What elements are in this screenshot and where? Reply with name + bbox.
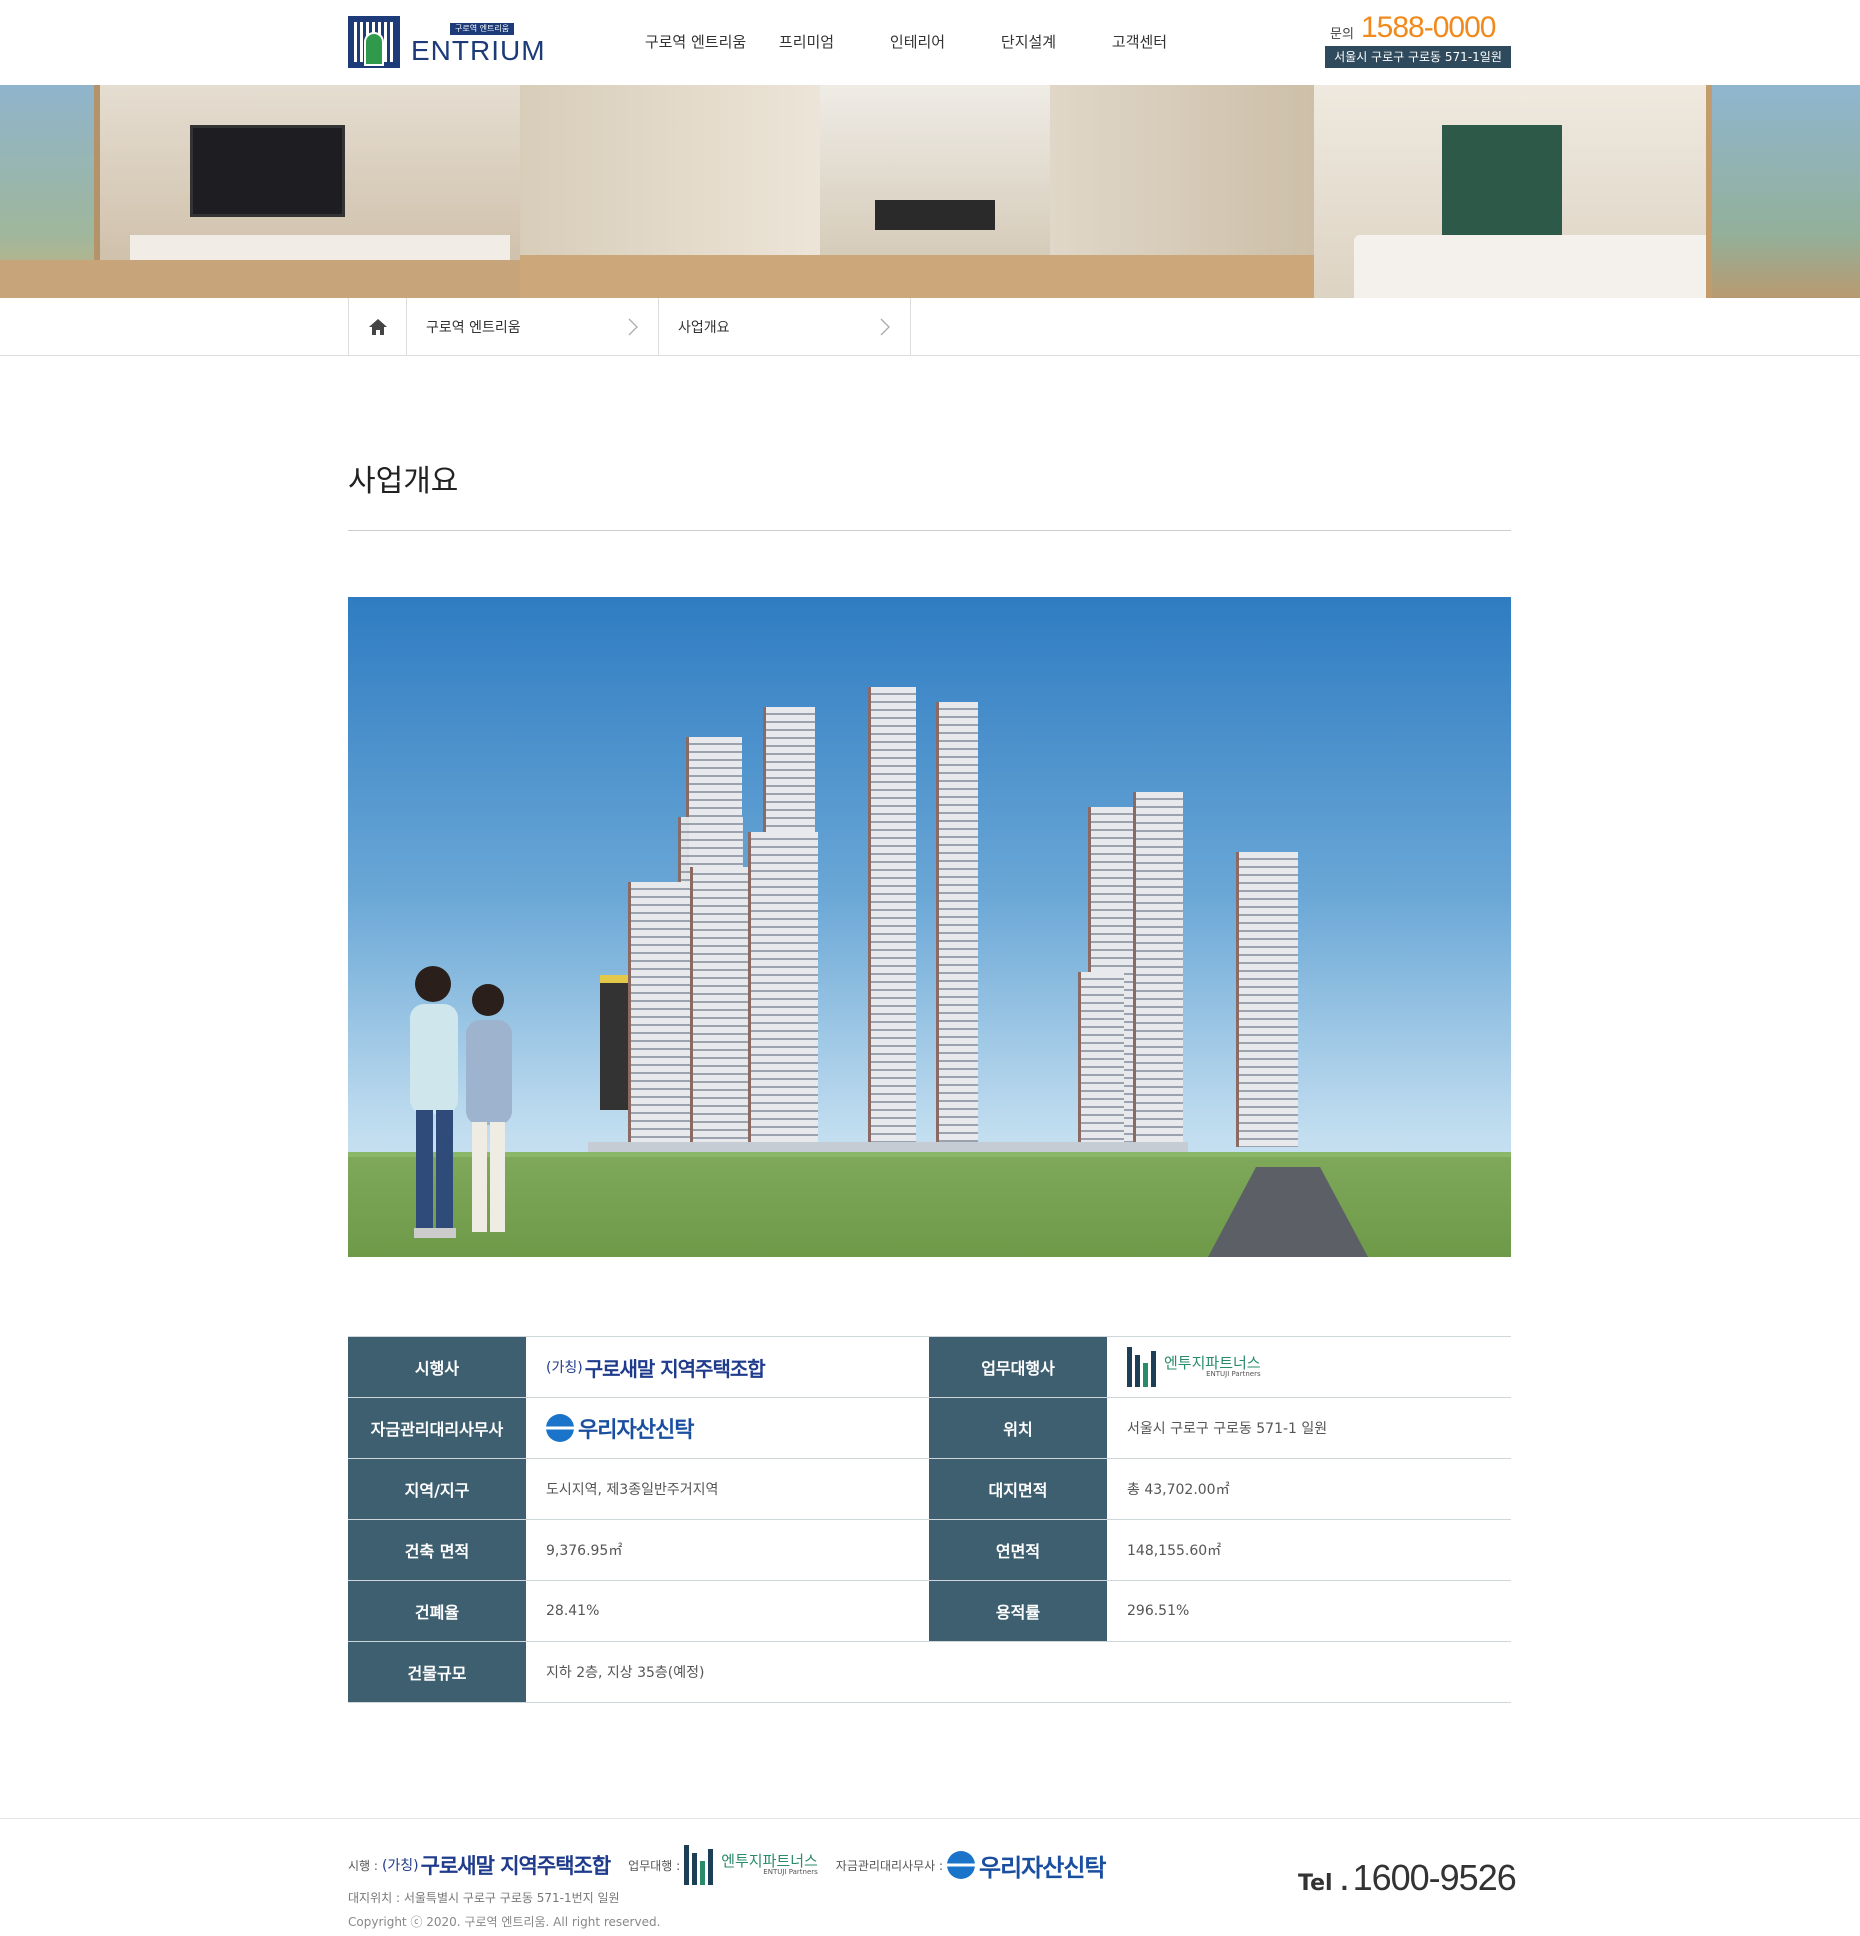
location-label: 위치	[929, 1398, 1107, 1458]
floor-area-label: 연면적	[929, 1520, 1107, 1580]
breadcrumb-label: 사업개요	[678, 319, 730, 336]
agent-name-en: ENTUJI Partners	[1206, 1370, 1261, 1379]
breadcrumb-home[interactable]	[349, 298, 407, 355]
title-divider	[348, 530, 1511, 531]
breadcrumb-item-overview[interactable]: 사업개요	[659, 298, 911, 355]
logo-subtitle: 구로역 엔트리움	[450, 23, 515, 35]
nav-item-premium[interactable]: 프리미엄	[751, 0, 862, 85]
fund-manager-name: 우리자산신탁	[578, 1418, 694, 1443]
breadcrumb-bar: 구로역 엔트리움 사업개요	[0, 298, 1860, 356]
coverage-ratio-label: 건폐율	[348, 1581, 526, 1641]
breadcrumb-item-entrium[interactable]: 구로역 엔트리움	[407, 298, 659, 355]
floor-area-ratio-value: 296.51%	[1127, 1603, 1190, 1619]
coverage-ratio-value: 28.41%	[546, 1603, 600, 1619]
developer-label: 시행사	[348, 1337, 526, 1397]
developer-prefix: (가칭)	[546, 1360, 583, 1376]
footer-agent-name: 엔투지파트너스	[721, 1851, 818, 1870]
nav-item-site-plan[interactable]: 단지설계	[973, 0, 1084, 85]
footer-orgs: 시행 : (가칭) 구로새말 지역주택조합 업무대행 : 엔투지파트너스 ENT…	[348, 1845, 1107, 1885]
contact-address: 서울시 구로구 구로동 571-1일원	[1325, 46, 1511, 68]
agent-name: 엔투지파트너스	[1164, 1353, 1261, 1372]
site-header: 구로역 엔트리움 ENTRIUM 구로역 엔트리움 프리미엄 인테리어 단지설계…	[0, 0, 1860, 85]
floor-area-ratio-label: 용적률	[929, 1581, 1107, 1641]
building-scale-label: 건물규모	[348, 1642, 526, 1702]
table-row: 건축 면적 9,376.95㎡ 연면적 148,155.60㎡	[348, 1520, 1511, 1581]
footer-copyright: Copyright ⓒ 2020. 구로역 엔트리움. All right re…	[348, 1915, 661, 1929]
footer-fund-name: 우리자산신탁	[979, 1853, 1106, 1882]
table-row: 건물규모 지하 2층, 지상 35층(예정)	[348, 1642, 1511, 1703]
fund-manager-value: 우리자산신탁	[526, 1398, 929, 1458]
chevron-right-icon	[880, 318, 890, 335]
floor-area-value: 148,155.60㎡	[1127, 1543, 1222, 1559]
entuji-logo: 엔투지파트너스 ENTUJI Partners	[1127, 1347, 1261, 1387]
footer-entuji-logo: 엔투지파트너스 ENTUJI Partners	[684, 1845, 818, 1885]
footer-woori-logo: 우리자산신탁	[947, 1848, 1107, 1883]
woori-mark-icon	[546, 1414, 574, 1442]
couple-figure	[410, 966, 512, 1238]
contact-phone[interactable]: 1588-0000	[1361, 12, 1496, 44]
table-row: 지역/지구 도시지역, 제3종일반주거지역 대지면적 총 43,702.00㎡	[348, 1459, 1511, 1520]
table-row: 자금관리대리사무사 우리자산신탁 위치 서울시 구로구 구로동 571-1 일원	[348, 1398, 1511, 1459]
nav-item-interior[interactable]: 인테리어	[862, 0, 973, 85]
chevron-right-icon	[628, 318, 638, 335]
footer-address: 대지위치 : 서울특별시 구로구 구로동 571-1번지 일원	[348, 1891, 620, 1905]
contact-label: 문의	[1330, 27, 1354, 42]
footer-developer-label: 시행 :	[348, 1858, 378, 1873]
location-value: 서울시 구로구 구로동 571-1 일원	[1127, 1421, 1328, 1437]
breadcrumb: 구로역 엔트리움 사업개요	[348, 298, 911, 355]
building-area-value: 9,376.95㎡	[546, 1543, 623, 1559]
developer-name: 구로새말 지역주택조합	[584, 1356, 766, 1381]
footer-fund-label: 자금관리대리사무사 :	[835, 1858, 944, 1873]
page-title: 사업개요	[348, 464, 459, 499]
footer-developer-name: 구로새말 지역주택조합	[420, 1854, 612, 1878]
building-scale-value: 지하 2층, 지상 35층(예정)	[546, 1665, 705, 1681]
fund-manager-label: 자금관리대리사무사	[348, 1398, 526, 1458]
building-area-label: 건축 면적	[348, 1520, 526, 1580]
nav-item-entrium[interactable]: 구로역 엔트리움	[640, 0, 751, 85]
project-info-table: 시행사 (가칭) 구로새말 지역주택조합 업무대행사 엔투지파트너스 ENTUJ…	[348, 1336, 1511, 1703]
woori-logo: 우리자산신탁	[546, 1412, 694, 1444]
zone-label: 지역/지구	[348, 1459, 526, 1519]
interior-banner-image	[0, 85, 1860, 298]
footer-tel-label: Tel .	[1298, 1871, 1349, 1896]
footer-developer-prefix: (가칭)	[381, 1858, 419, 1874]
logo-name: ENTRIUM	[411, 35, 546, 66]
land-area-label: 대지면적	[929, 1459, 1107, 1519]
complex-rendering-image	[348, 597, 1511, 1257]
entuji-mark-icon	[684, 1845, 714, 1885]
logo-mark-icon	[348, 16, 400, 68]
table-row: 건폐율 28.41% 용적률 296.51%	[348, 1581, 1511, 1642]
zone-value: 도시지역, 제3종일반주거지역	[546, 1482, 719, 1498]
developer-value: (가칭) 구로새말 지역주택조합	[526, 1337, 929, 1397]
agent-label: 업무대행사	[929, 1337, 1107, 1397]
footer-agent-label: 업무대행 :	[628, 1858, 681, 1873]
site-logo[interactable]: 구로역 엔트리움 ENTRIUM	[348, 16, 558, 68]
main-nav: 구로역 엔트리움 프리미엄 인테리어 단지설계 고객센터	[640, 0, 1195, 85]
home-icon	[368, 318, 387, 335]
site-footer: 시행 : (가칭) 구로새말 지역주택조합 업무대행 : 엔투지파트너스 ENT…	[0, 1818, 1860, 1936]
woori-mark-icon	[947, 1851, 976, 1879]
station-sign	[600, 975, 628, 1110]
table-row: 시행사 (가칭) 구로새말 지역주택조합 업무대행사 엔투지파트너스 ENTUJ…	[348, 1337, 1511, 1398]
land-area-value: 총 43,702.00㎡	[1127, 1482, 1230, 1498]
nav-item-customer-center[interactable]: 고객센터	[1084, 0, 1195, 85]
breadcrumb-label: 구로역 엔트리움	[426, 319, 521, 336]
footer-agent-name-en: ENTUJI Partners	[763, 1868, 818, 1877]
entuji-mark-icon	[1127, 1347, 1156, 1387]
footer-tel-number: 1600-9526	[1352, 1857, 1517, 1898]
footer-tel[interactable]: Tel . 1600-9526	[1298, 1857, 1517, 1899]
agent-value: 엔투지파트너스 ENTUJI Partners	[1107, 1337, 1510, 1397]
